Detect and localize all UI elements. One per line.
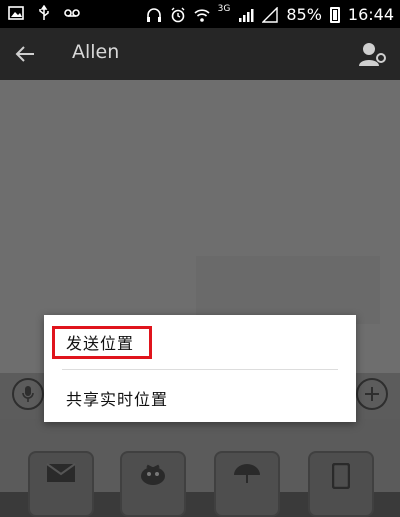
envelope-icon: [46, 463, 76, 482]
chat-background-patch: [196, 256, 380, 324]
status-left-icons: [8, 5, 80, 21]
microphone-icon: [22, 386, 34, 402]
status-bar: 3G 85% 16:44: [0, 0, 400, 28]
network-type-label: 3G: [217, 3, 231, 14]
chat-info-button[interactable]: [358, 40, 388, 68]
usb-icon: [39, 5, 49, 20]
more-actions-button[interactable]: [356, 378, 388, 410]
headphones-icon: [146, 7, 161, 22]
wifi-icon: [194, 8, 210, 22]
plus-icon: [365, 387, 379, 401]
alarm-icon: [171, 7, 185, 22]
battery-percent: 85%: [286, 5, 322, 24]
bird-icon: [141, 464, 165, 485]
phone-icon: [332, 463, 350, 489]
voicemail-icon: [64, 9, 80, 17]
voice-input-button[interactable]: [12, 378, 44, 410]
clock: 16:44: [347, 5, 394, 24]
contact-profile-icon: [359, 43, 386, 66]
back-button[interactable]: [10, 40, 40, 68]
menu-item-share-live-location[interactable]: 共享实时位置: [44, 373, 356, 423]
chat-title: Allen: [72, 41, 120, 63]
attach-phone[interactable]: [308, 451, 374, 517]
chat-header: Allen: [0, 28, 400, 80]
attach-umbrella[interactable]: [214, 451, 280, 517]
back-arrow-icon: [15, 46, 34, 62]
signal-icon: [239, 8, 254, 22]
umbrella-icon: [234, 464, 260, 483]
battery-icon: [329, 6, 340, 23]
menu-divider: [62, 369, 338, 370]
highlight-box: [52, 326, 152, 359]
share-live-location-label: 共享实时位置: [66, 390, 169, 409]
signal-outline-icon: [262, 6, 279, 23]
attach-envelope[interactable]: [28, 451, 94, 517]
status-right-icons: 3G 85% 16:44: [146, 3, 394, 24]
image-icon: [8, 6, 24, 20]
attachment-panel: [0, 419, 400, 517]
attach-emoji[interactable]: [120, 451, 186, 517]
